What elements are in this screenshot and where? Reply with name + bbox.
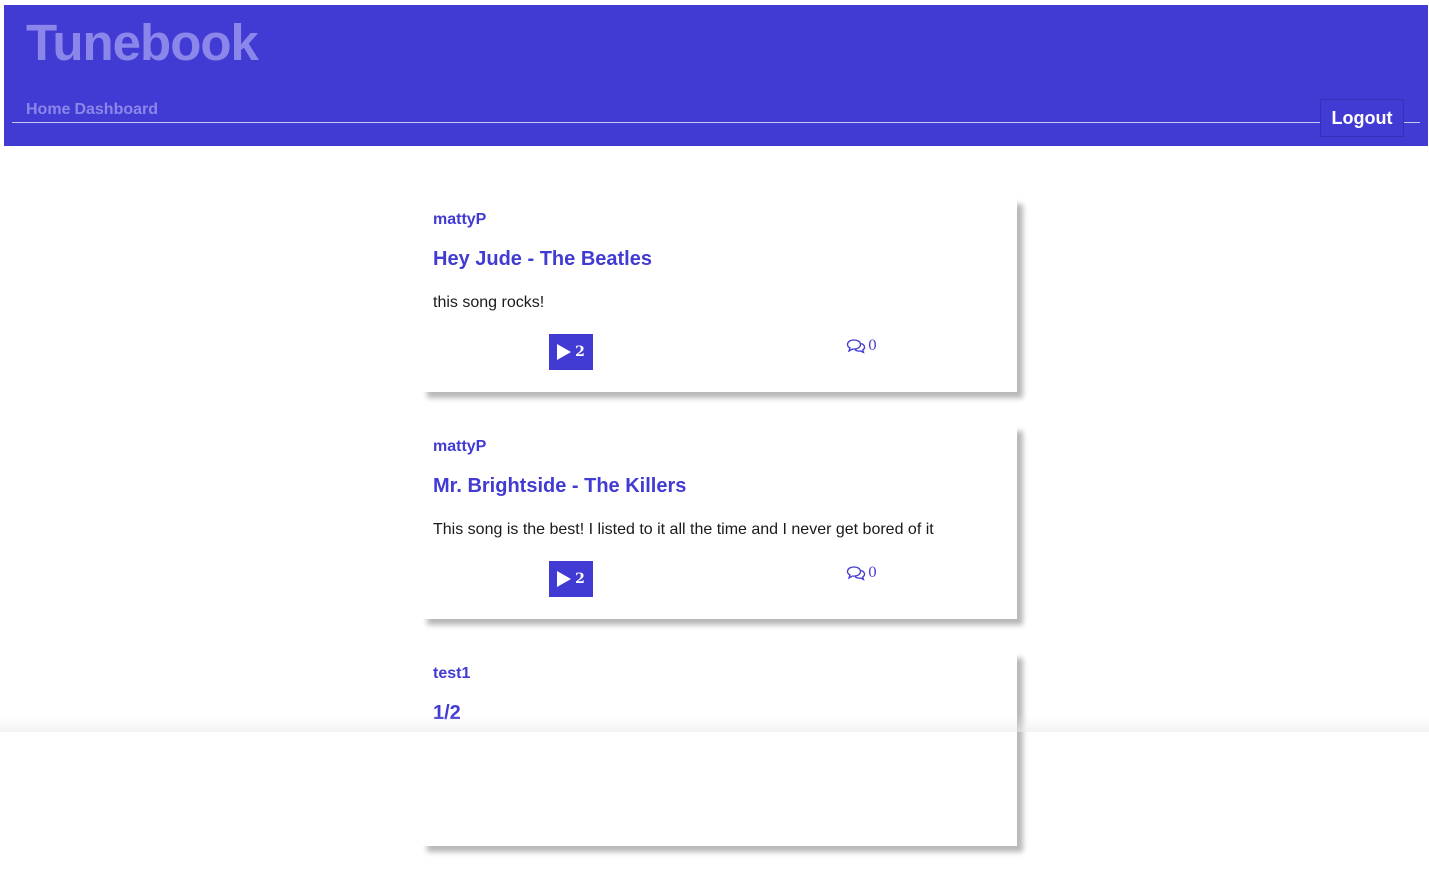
post-feed: mattyP Hey Jude - The Beatles this song … (421, 198, 1017, 879)
comments-button[interactable]: 0 (846, 338, 877, 354)
post-username[interactable]: mattyP (433, 211, 486, 229)
post-username[interactable]: mattyP (433, 438, 486, 456)
play-button[interactable]: 2 (549, 561, 593, 597)
post-card: test1 1/2 (421, 652, 1017, 846)
play-count: 2 (575, 344, 585, 360)
post-body: This song is the best! I listed to it al… (433, 521, 934, 538)
comment-icon (846, 339, 866, 354)
post-title[interactable]: Hey Jude - The Beatles (433, 248, 652, 271)
app-brand[interactable]: Tunebook (26, 17, 259, 68)
nav-divider (12, 122, 1420, 123)
nav-dashboard-link[interactable]: Dashboard (74, 101, 158, 118)
play-count: 2 (575, 571, 585, 587)
top-navbar: Tunebook Home Dashboard Logout (4, 5, 1428, 146)
post-title[interactable]: Mr. Brightside - The Killers (433, 475, 686, 498)
play-icon (557, 571, 572, 587)
nav-links: Home Dashboard (26, 101, 162, 119)
comments-button[interactable]: 0 (846, 565, 877, 581)
viewport-bottom-fade (0, 715, 1429, 732)
comment-count: 0 (868, 565, 877, 581)
logout-button[interactable]: Logout (1320, 99, 1404, 137)
play-icon (557, 344, 572, 360)
post-card: mattyP Mr. Brightside - The Killers This… (421, 425, 1017, 619)
play-button[interactable]: 2 (549, 334, 593, 370)
post-body: this song rocks! (433, 294, 545, 311)
nav-home-link[interactable]: Home (26, 101, 70, 118)
comment-icon (846, 566, 866, 581)
post-card: mattyP Hey Jude - The Beatles this song … (421, 198, 1017, 392)
comment-count: 0 (868, 338, 877, 354)
post-username[interactable]: test1 (433, 665, 470, 683)
